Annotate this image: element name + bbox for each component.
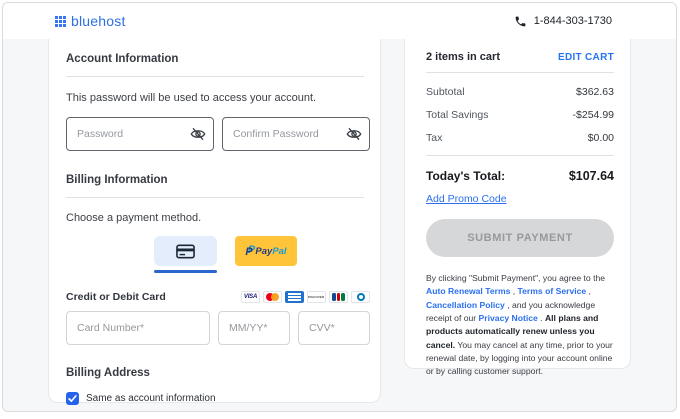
content-area: Account Information This password will b… — [3, 39, 676, 412]
same-as-account-checkbox[interactable] — [66, 392, 79, 405]
diners-club-icon — [351, 291, 370, 303]
divider — [426, 155, 614, 156]
paypal-icon: P P — [245, 245, 254, 258]
bluehost-logo-text: bluehost — [71, 13, 126, 29]
legal-link[interactable]: Terms of Service — [518, 286, 587, 296]
visa-icon: VISA — [241, 291, 260, 303]
tab-paypal[interactable]: P P PayPal — [235, 236, 297, 266]
legal-text-segment: , — [586, 286, 591, 296]
legal-link[interactable]: Privacy Notice — [479, 313, 538, 323]
same-as-account-row[interactable]: Same as account information — [66, 392, 370, 405]
divider — [66, 76, 364, 77]
bluehost-grid-icon — [55, 16, 66, 27]
cart-row-subtotal: Subtotal $362.63 — [426, 86, 614, 98]
legal-text-segment: You may cancel at any time, prior to you… — [426, 340, 613, 377]
legal-link[interactable]: Auto Renewal Terms — [426, 286, 510, 296]
mastercard-icon — [263, 291, 282, 303]
accepted-card-brands: VISA DISCOVER — [241, 291, 370, 303]
divider — [426, 72, 614, 73]
todays-total-value: $107.64 — [569, 169, 614, 183]
legal-text-segment: By clicking "Submit Payment", you agree … — [426, 273, 605, 283]
credit-card-section-label: Credit or Debit Card — [66, 291, 166, 303]
expiry-input[interactable] — [218, 311, 290, 345]
edit-cart-link[interactable]: EDIT CART — [558, 52, 614, 63]
same-as-account-label: Same as account information — [86, 393, 216, 404]
legal-text-segment: . — [538, 313, 545, 323]
card-number-input[interactable] — [66, 311, 210, 345]
todays-total-row: Today's Total: $107.64 — [426, 169, 614, 183]
cvv-input[interactable] — [298, 311, 370, 345]
jcb-icon — [329, 291, 348, 303]
billing-information-title: Billing Information — [66, 174, 370, 186]
cart-row-tax: Tax $0.00 — [426, 132, 614, 144]
cart-items-count: 2 items in cart — [426, 51, 500, 63]
checkout-form-card: Account Information This password will b… — [48, 39, 381, 403]
credit-card-icon — [176, 244, 195, 259]
cart-row-savings: Total Savings -$254.99 — [426, 109, 614, 121]
cart-summary-card: 2 items in cart EDIT CART Subtotal $362.… — [404, 39, 631, 369]
tab-credit-card[interactable] — [154, 236, 217, 273]
page-frame: bluehost 1-844-303-1730 Account Informat… — [2, 2, 677, 412]
check-icon — [68, 394, 77, 403]
header: bluehost 1-844-303-1730 — [3, 3, 676, 39]
legal-link[interactable]: Cancellation Policy — [426, 300, 505, 310]
password-note: This password will be used to access you… — [66, 92, 370, 104]
amex-icon — [285, 291, 304, 303]
phone-icon — [514, 15, 527, 28]
phone-number: 1-844-303-1730 — [534, 15, 612, 27]
discover-icon: DISCOVER — [307, 291, 326, 303]
selected-tab-underline — [154, 270, 217, 273]
divider — [66, 197, 364, 198]
choose-payment-label: Choose a payment method. — [66, 212, 370, 224]
add-promo-code-link[interactable]: Add Promo Code — [426, 193, 507, 205]
todays-total-label: Today's Total: — [426, 169, 505, 183]
show-password-icon[interactable] — [190, 126, 206, 142]
paypal-wordmark: PayPal — [255, 246, 286, 257]
show-confirm-password-icon[interactable] — [346, 126, 362, 142]
legal-text: By clicking "Submit Payment", you agree … — [426, 272, 614, 379]
support-phone: 1-844-303-1730 — [514, 15, 612, 28]
legal-text-segment: , — [510, 286, 517, 296]
submit-payment-button[interactable]: SUBMIT PAYMENT — [426, 219, 614, 257]
account-information-title: Account Information — [66, 53, 370, 65]
bluehost-logo[interactable]: bluehost — [55, 13, 126, 29]
billing-address-title: Billing Address — [66, 367, 370, 379]
